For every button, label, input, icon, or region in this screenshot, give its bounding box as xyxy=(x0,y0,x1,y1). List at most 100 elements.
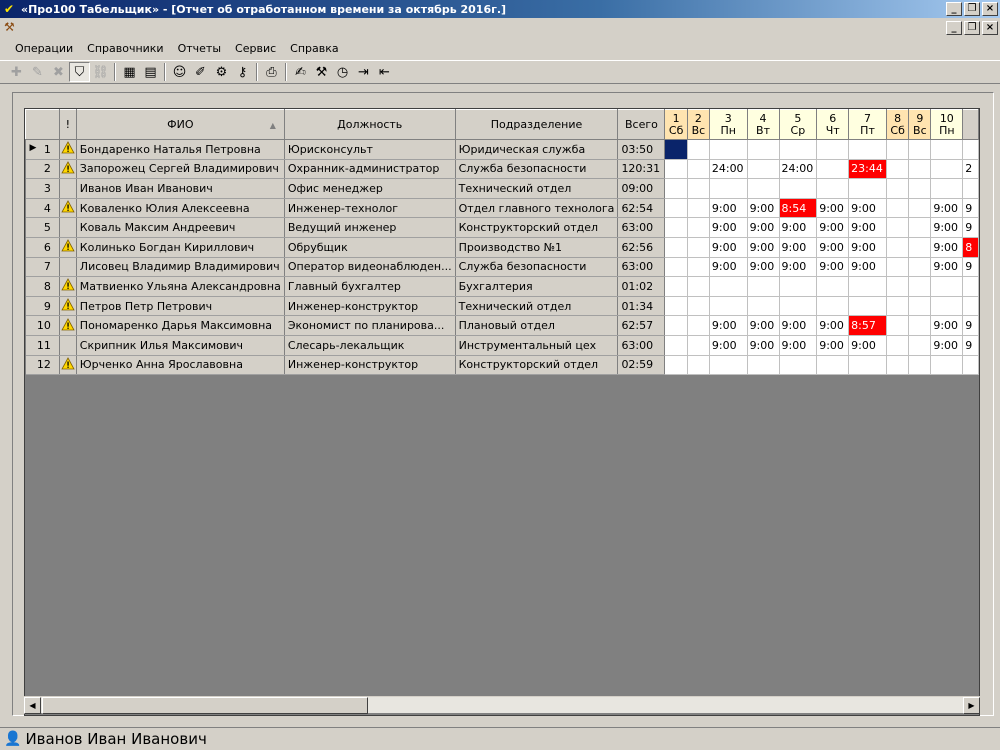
day-cell[interactable] xyxy=(886,335,910,356)
day-cell[interactable] xyxy=(816,178,850,199)
day-cell[interactable]: 8:57 xyxy=(848,315,887,336)
day-cell[interactable]: 9:00 xyxy=(709,198,748,219)
day-cell[interactable] xyxy=(664,276,688,297)
day-cell[interactable] xyxy=(886,139,910,160)
day-cell[interactable] xyxy=(908,296,932,317)
filter-icon[interactable]: ⛉ xyxy=(69,62,90,82)
position-cell[interactable]: Охранник-администратор xyxy=(284,159,456,180)
export-icon[interactable]: ⇤ xyxy=(374,62,395,82)
day-cell[interactable] xyxy=(687,198,710,219)
hammer-icon[interactable]: ⚒ xyxy=(311,62,332,82)
total-cell[interactable]: 01:34 xyxy=(617,296,666,317)
day-cell[interactable] xyxy=(908,315,932,336)
day-cell[interactable] xyxy=(962,355,979,376)
excel-icon[interactable]: ▦ xyxy=(119,62,140,82)
day-cell[interactable] xyxy=(664,159,688,180)
fio-cell[interactable]: Юрченко Анна Ярославовна xyxy=(76,355,285,376)
delete-icon[interactable]: ✖ xyxy=(48,62,69,82)
edit-icon[interactable]: ✎ xyxy=(27,62,48,82)
department-cell[interactable]: Технический отдел xyxy=(455,178,619,199)
table-row[interactable]: 6 Колинько Богдан Кириллович Обрубщик Произ… xyxy=(25,237,979,258)
day-cell[interactable]: 9:00 xyxy=(747,315,780,336)
day-cell[interactable]: 8 xyxy=(962,237,979,258)
day-cell[interactable] xyxy=(747,276,780,297)
title-bar[interactable]: ✔ «Про100 Табельщик» - [Отчет об отработ… xyxy=(0,0,1000,18)
position-cell[interactable]: Юрисконсульт xyxy=(284,139,456,160)
day-cell[interactable] xyxy=(687,178,710,199)
table-row[interactable]: 3 Иванов Иван Иванович Офис менеджер Технич… xyxy=(25,178,979,199)
day-cell[interactable]: 24:00 xyxy=(779,159,818,180)
day-cell[interactable] xyxy=(747,296,780,317)
day-cell[interactable]: 23:44 xyxy=(848,159,887,180)
row-indicator[interactable]: 5 xyxy=(25,217,60,238)
day-cell[interactable] xyxy=(886,178,910,199)
day-cell[interactable] xyxy=(747,178,780,199)
total-cell[interactable]: 63:00 xyxy=(617,335,666,356)
day-cell[interactable] xyxy=(962,296,979,317)
position-cell[interactable]: Инженер-конструктор xyxy=(284,296,456,317)
minimize-button[interactable]: _ xyxy=(946,2,962,16)
timesheet-grid[interactable]: ! ФИО ▲ Должность Подразделение Всего 1 Сб… xyxy=(24,108,980,716)
header-day-1[interactable]: 1 Сб xyxy=(664,109,688,140)
row-indicator[interactable]: 11 xyxy=(25,335,60,356)
day-cell[interactable] xyxy=(687,296,710,317)
fio-cell[interactable]: Коваленко Юлия Алексеевна xyxy=(76,198,285,219)
position-cell[interactable]: Инженер-конструктор xyxy=(284,355,456,376)
day-cell[interactable] xyxy=(886,355,910,376)
day-cell[interactable] xyxy=(908,178,932,199)
menu-item-1[interactable]: Справочники xyxy=(80,42,170,55)
fio-cell[interactable]: Лисовец Владимир Владимирович xyxy=(76,257,285,278)
key-icon[interactable]: ⚷ xyxy=(232,62,253,82)
day-cell[interactable] xyxy=(816,296,850,317)
day-cell[interactable]: 9:00 xyxy=(816,335,850,356)
day-cell[interactable] xyxy=(664,178,688,199)
day-cell[interactable]: 9:00 xyxy=(816,198,850,219)
day-cell[interactable]: 9:00 xyxy=(709,217,748,238)
edit-list-icon[interactable]: ✍ xyxy=(290,62,311,82)
row-indicator[interactable]: 4 xyxy=(25,198,60,219)
day-cell[interactable] xyxy=(687,257,710,278)
fio-cell[interactable]: Иванов Иван Иванович xyxy=(76,178,285,199)
day-cell[interactable] xyxy=(816,139,850,160)
day-cell[interactable]: 9 xyxy=(962,217,979,238)
maximize-button[interactable]: ❐ xyxy=(964,2,980,16)
day-cell[interactable]: 9:00 xyxy=(930,257,964,278)
day-cell[interactable]: 9:00 xyxy=(747,237,780,258)
day-cell[interactable] xyxy=(687,237,710,258)
day-cell[interactable]: 9:00 xyxy=(779,335,818,356)
header-day-4[interactable]: 4 Вт xyxy=(746,109,780,140)
day-cell[interactable] xyxy=(664,355,688,376)
table-row[interactable]: 7 Лисовец Владимир Владимирович Оператор в… xyxy=(25,257,979,278)
mdi-minimize-button[interactable]: _ xyxy=(946,21,962,35)
department-cell[interactable]: Инструментальный цех xyxy=(455,335,619,356)
total-cell[interactable]: 62:54 xyxy=(617,198,666,219)
day-cell[interactable] xyxy=(687,315,710,336)
mdi-restore-button[interactable]: ❐ xyxy=(964,21,980,35)
department-cell[interactable]: Служба безопасности xyxy=(455,159,619,180)
day-cell[interactable] xyxy=(930,178,964,199)
day-cell[interactable]: 9 xyxy=(962,198,979,219)
day-cell[interactable] xyxy=(908,237,932,258)
fio-cell[interactable]: Пономаренко Дарья Максимовна xyxy=(76,315,285,336)
day-cell[interactable]: 9:00 xyxy=(747,335,780,356)
day-cell[interactable]: 9:00 xyxy=(930,315,964,336)
day-cell[interactable]: 9 xyxy=(962,315,979,336)
day-cell[interactable]: 9:00 xyxy=(930,335,964,356)
row-indicator[interactable]: 9 xyxy=(25,296,60,317)
table-row[interactable]: 10 Пономаренко Дарья Максимовна Экономист … xyxy=(25,315,979,336)
row-indicator[interactable]: 2 xyxy=(25,159,60,180)
table-row[interactable]: 2 Запорожец Сергей Владимирович Охранник-а… xyxy=(25,159,979,180)
day-cell[interactable]: 9:00 xyxy=(930,217,964,238)
day-cell[interactable] xyxy=(886,237,910,258)
scroll-thumb[interactable] xyxy=(42,697,368,714)
total-cell[interactable]: 02:59 xyxy=(617,355,666,376)
department-cell[interactable]: Бухгалтерия xyxy=(455,276,619,297)
header-total[interactable]: Всего xyxy=(617,109,666,140)
day-cell[interactable] xyxy=(886,257,910,278)
fio-cell[interactable]: Бондаренко Наталья Петровна xyxy=(76,139,285,160)
day-cell[interactable] xyxy=(687,159,710,180)
day-cell[interactable] xyxy=(816,355,850,376)
horizontal-scrollbar[interactable]: ◀ ▶ xyxy=(24,696,980,714)
day-cell[interactable]: 9:00 xyxy=(816,237,850,258)
day-cell[interactable] xyxy=(848,296,887,317)
